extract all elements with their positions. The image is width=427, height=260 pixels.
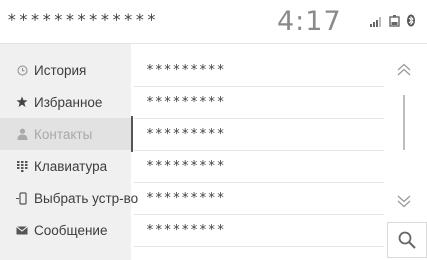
sidebar-item-select-device[interactable]: Выбрать устр-во xyxy=(0,182,138,214)
list-item-text: ********* xyxy=(146,190,226,206)
header-title: ************* xyxy=(7,10,159,29)
contact-list[interactable]: ********* ********* ********* ********* … xyxy=(134,44,384,260)
sidebar-item-label: История xyxy=(34,62,87,78)
list-item[interactable]: ********* xyxy=(134,182,384,215)
sidebar-item-label: Контакты xyxy=(34,126,93,142)
list-item[interactable]: ********* xyxy=(134,86,384,119)
sidebar-item-label: Выбрать устр-во xyxy=(34,190,139,206)
search-icon xyxy=(398,231,416,249)
clock-time: 4:17 xyxy=(277,6,342,37)
battery-icon xyxy=(389,14,401,32)
person-icon xyxy=(16,128,28,140)
scroll-down-button[interactable] xyxy=(395,193,413,214)
signal-icon xyxy=(370,14,384,32)
double-chevron-up-icon xyxy=(397,63,411,76)
star-icon xyxy=(16,96,28,108)
sidebar-item-label: Избранное xyxy=(34,94,103,110)
list-item[interactable]: ********* xyxy=(134,150,384,183)
list-item-text: ********* xyxy=(146,158,226,174)
sidebar-item-favorites[interactable]: Избранное xyxy=(0,86,131,118)
envelope-icon xyxy=(16,225,28,235)
scroll-up-button[interactable] xyxy=(395,62,413,83)
sidebar-item-messages[interactable]: Сообщение xyxy=(0,214,131,246)
sidebar-item-label: Сообщение xyxy=(34,222,108,238)
double-chevron-down-icon xyxy=(397,195,411,208)
list-item[interactable]: ********* xyxy=(134,118,384,151)
list-item-text: ********* xyxy=(146,94,226,110)
phone-screen: ************* 4:17 История Избранное Кон… xyxy=(0,0,427,260)
list-item[interactable]: ********* xyxy=(134,214,384,247)
active-item-indicator xyxy=(131,116,133,152)
clock-icon xyxy=(16,65,28,76)
search-button[interactable] xyxy=(387,222,427,258)
list-item[interactable]: ********* xyxy=(134,54,384,87)
sidebar-item-keypad[interactable]: Клавиатура xyxy=(0,150,131,182)
list-item-text: ********* xyxy=(146,62,226,78)
sidebar-item-history[interactable]: История xyxy=(0,54,131,86)
sidebar: История Избранное Контакты Клавиатура Вы… xyxy=(0,44,138,260)
phone-device-icon xyxy=(16,191,28,205)
sidebar-item-contacts[interactable]: Контакты xyxy=(0,118,131,150)
list-item-text: ********* xyxy=(146,222,226,238)
bluetooth-icon xyxy=(406,14,416,32)
header-bar: ************* 4:17 xyxy=(0,0,427,44)
keypad-icon xyxy=(16,160,28,172)
list-item-text: ********* xyxy=(146,126,226,142)
sidebar-item-label: Клавиатура xyxy=(34,158,108,174)
scrollbar[interactable] xyxy=(403,95,405,150)
